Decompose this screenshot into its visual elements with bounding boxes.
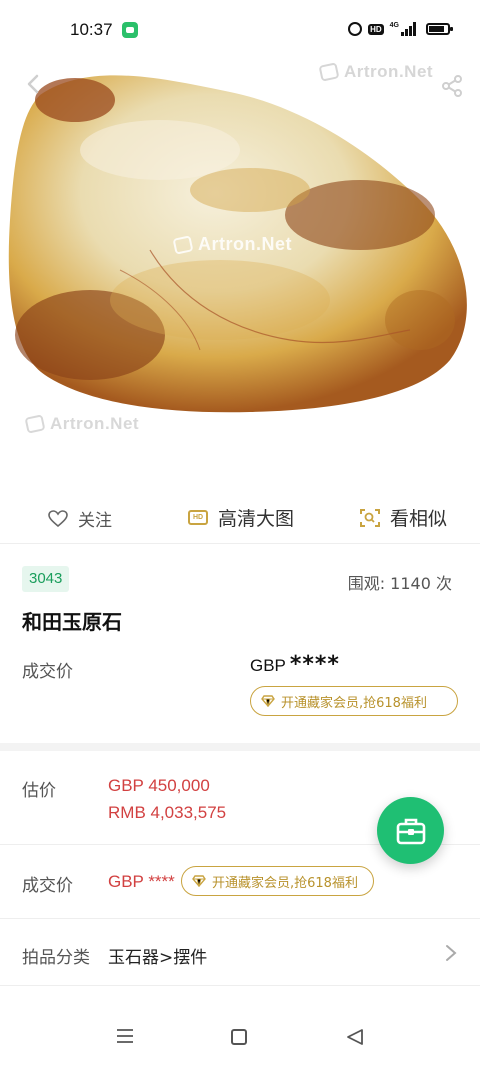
hammer-price-label: 成交价 (22, 662, 73, 682)
follow-label: 关注 (78, 511, 112, 531)
hd-icon: HD (188, 510, 208, 525)
hd-image-button[interactable]: HD 高清大图 (188, 504, 294, 531)
system-nav-bar (0, 1010, 480, 1067)
price-masked: **** (289, 652, 340, 677)
briefcase-fab-button[interactable] (377, 797, 444, 864)
status-time: 10:37 (70, 20, 113, 39)
member-promo-button[interactable]: 开通藏家会员,抢618福利 (250, 686, 458, 716)
action-bar: 关注 HD 高清大图 看相似 (0, 492, 480, 544)
lot-number-badge: 3043 (22, 566, 70, 592)
hd-image-label: 高清大图 (218, 508, 295, 530)
hd-status-icon: HD (368, 23, 384, 35)
artron-logo-icon (172, 234, 194, 255)
member-promo-button-2[interactable]: 开通藏家会员,抢618福利 (181, 866, 374, 896)
lot-title: 和田玉原石 (22, 610, 122, 634)
artron-logo-icon (24, 414, 46, 434)
section-divider (0, 743, 480, 751)
watermark-top: Artron.Net (318, 62, 433, 82)
heart-icon (48, 509, 68, 527)
signal-icon (401, 22, 416, 36)
alarm-icon (348, 22, 363, 36)
status-icons: HD 4G (348, 21, 453, 36)
back-triangle-icon[interactable] (346, 1028, 364, 1046)
sold-price-label: 成交价 (22, 876, 73, 896)
back-arrow-icon[interactable] (24, 74, 44, 94)
battery-icon (426, 23, 453, 35)
view-count: 围观: 1140 次 (347, 574, 452, 593)
find-similar-button[interactable]: 看相似 (360, 504, 447, 531)
category-label: 拍品分类 (22, 948, 90, 968)
status-bar: 10:37 HD 4G (0, 0, 480, 60)
artron-logo-icon (318, 62, 340, 82)
diamond-icon (192, 875, 206, 887)
member-promo-label: 开通藏家会员,抢618福利 (281, 695, 427, 711)
message-app-icon (122, 22, 138, 38)
sold-price-value: GBP **** (108, 872, 175, 891)
find-similar-label: 看相似 (390, 508, 448, 530)
watermark-center: Artron.Net (172, 234, 292, 255)
hammer-price-value: GBP **** (250, 652, 340, 677)
row-divider (0, 918, 480, 919)
diamond-icon (261, 695, 275, 707)
estimate-label: 估价 (22, 781, 56, 801)
member-promo-label: 开通藏家会员,抢618福利 (212, 875, 358, 891)
row-divider (0, 985, 480, 986)
estimate-rmb: RMB 4,033,575 (108, 803, 227, 822)
network-type: 4G (389, 21, 399, 29)
watermark-bottom: Artron.Net (24, 414, 139, 434)
category-value: 玉石器>摆件 (108, 948, 208, 968)
price-currency: GBP (250, 656, 286, 675)
estimate-gbp: GBP 450,000 (108, 776, 210, 795)
follow-button[interactable]: 关注 (48, 506, 112, 531)
scan-icon (360, 508, 380, 527)
menu-icon[interactable] (116, 1028, 134, 1044)
chevron-right-icon (446, 945, 457, 961)
briefcase-icon (396, 818, 425, 844)
lot-image[interactable]: Artron.Net Artron.Net Artron.Net (0, 0, 480, 485)
share-icon[interactable] (440, 74, 464, 98)
home-icon[interactable] (231, 1029, 247, 1045)
